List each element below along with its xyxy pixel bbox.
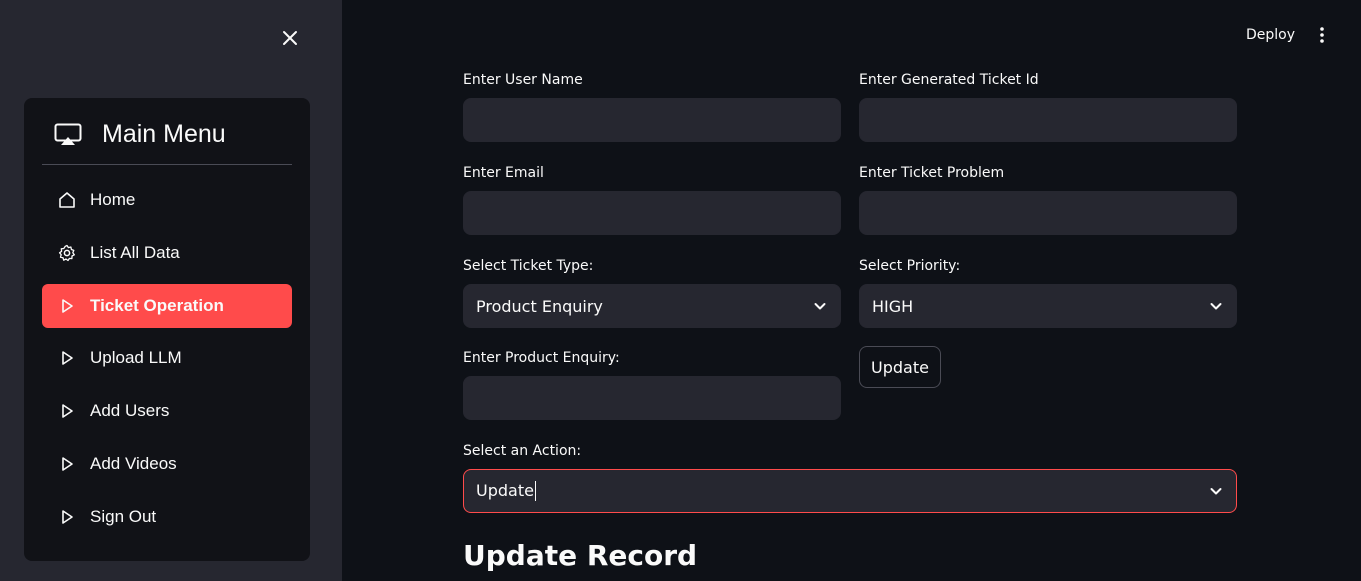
nav-item-home[interactable]: Home (42, 178, 292, 222)
email-input[interactable] (463, 191, 841, 235)
text-cursor (534, 481, 536, 502)
play-outline-icon (58, 297, 76, 315)
update-button[interactable]: Update (859, 346, 941, 388)
home-icon (58, 191, 76, 209)
ticket-type-label: Select Ticket Type: (463, 258, 594, 274)
ticket-problem-label: Enter Ticket Problem (859, 165, 1005, 181)
kebab-menu-button[interactable] (1312, 24, 1332, 46)
play-outline-icon (58, 508, 76, 526)
deploy-button[interactable]: Deploy (1240, 24, 1301, 46)
gear-icon (58, 244, 76, 262)
nav-item-label: List All Data (90, 243, 180, 262)
product-enquiry-label: Enter Product Enquiry: (463, 350, 620, 366)
play-outline-icon (58, 402, 76, 420)
user-name-label: Enter User Name (463, 72, 583, 88)
nav-item-label: Ticket Operation (90, 296, 224, 315)
sidebar: Main Menu Home List All Data Ticket Oper… (0, 0, 342, 581)
nav-item-sign-out[interactable]: Sign Out (42, 495, 292, 539)
play-outline-icon (58, 349, 76, 367)
nav-item-label: Add Users (90, 401, 170, 420)
action-value: Update (476, 480, 534, 500)
email-label: Enter Email (463, 165, 544, 181)
airplay-icon (54, 123, 82, 145)
product-enquiry-input[interactable] (463, 376, 841, 420)
user-name-input[interactable] (463, 98, 841, 142)
menu-title: Main Menu (102, 120, 226, 148)
ticket-problem-input[interactable] (859, 191, 1237, 235)
chevron-down-icon (812, 298, 828, 314)
main-menu: Main Menu Home List All Data Ticket Oper… (24, 98, 310, 561)
nav-item-ticket-operation[interactable]: Ticket Operation (42, 284, 292, 328)
play-outline-icon (58, 455, 76, 473)
chevron-down-icon (1208, 483, 1224, 499)
nav-item-list-all-data[interactable]: List All Data (42, 231, 292, 275)
ticket-id-input[interactable] (859, 98, 1237, 142)
action-label: Select an Action: (463, 443, 582, 459)
close-sidebar-button[interactable] (278, 26, 302, 50)
nav-item-add-users[interactable]: Add Users (42, 389, 292, 433)
action-select-field: Update (476, 481, 1208, 502)
close-icon (283, 31, 297, 45)
priority-label: Select Priority: (859, 258, 961, 274)
nav-item-label: Sign Out (90, 507, 157, 526)
ticket-type-value: Product Enquiry (476, 296, 603, 316)
chevron-down-icon (1208, 298, 1224, 314)
action-select[interactable]: Update (463, 469, 1237, 513)
nav-item-label: Add Videos (90, 454, 177, 473)
nav-item-label: Home (90, 190, 136, 209)
section-heading: Update Record (463, 539, 698, 572)
menu-header: Main Menu (54, 120, 226, 149)
ticket-type-select[interactable]: Product Enquiry (463, 284, 841, 328)
ticket-id-label: Enter Generated Ticket Id (859, 72, 1039, 88)
menu-divider (42, 164, 292, 165)
priority-select[interactable]: HIGH (859, 284, 1237, 328)
priority-value: HIGH (872, 296, 914, 316)
nav-item-add-videos[interactable]: Add Videos (42, 442, 292, 486)
kebab-menu-icon (1320, 27, 1324, 43)
nav-item-label: Upload LLM (90, 348, 182, 367)
nav-item-upload-llm[interactable]: Upload LLM (42, 336, 292, 380)
